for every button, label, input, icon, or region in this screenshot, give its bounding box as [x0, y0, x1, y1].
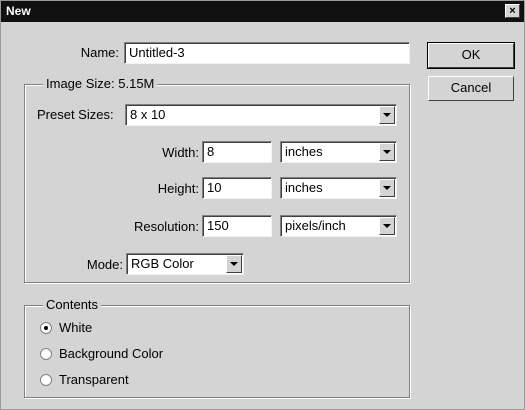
title-bar: New ×: [1, 1, 524, 22]
chevron-down-icon[interactable]: [379, 106, 395, 124]
chevron-down-icon[interactable]: [379, 217, 395, 235]
radio-background-color[interactable]: [40, 348, 52, 360]
height-label: Height:: [157, 181, 199, 196]
mode-value: RGB Color: [131, 256, 194, 271]
resolution-input[interactable]: 150: [202, 215, 272, 237]
radio-white[interactable]: [40, 322, 52, 334]
width-unit-value: inches: [285, 144, 323, 159]
height-unit-value: inches: [285, 180, 323, 195]
radio-white-label[interactable]: White: [59, 320, 92, 335]
width-unit-select[interactable]: inches: [280, 141, 397, 163]
name-input[interactable]: Untitled-3: [124, 42, 410, 64]
chevron-down-icon[interactable]: [226, 255, 242, 273]
radio-transparent-label[interactable]: Transparent: [59, 372, 129, 387]
height-unit-select[interactable]: inches: [280, 177, 397, 199]
preset-sizes-select[interactable]: 8 x 10: [125, 104, 397, 126]
resolution-label: Resolution:: [133, 219, 199, 234]
resolution-unit-select[interactable]: pixels/inch: [280, 215, 397, 237]
mode-select[interactable]: RGB Color: [126, 253, 244, 275]
radio-background-color-label[interactable]: Background Color: [59, 346, 163, 361]
radio-transparent[interactable]: [40, 374, 52, 386]
width-label: Width:: [162, 145, 199, 160]
close-icon[interactable]: ×: [505, 4, 520, 18]
name-label: Name:: [80, 45, 119, 60]
contents-legend: Contents: [43, 297, 102, 312]
chevron-down-icon[interactable]: [379, 179, 395, 197]
cancel-button[interactable]: Cancel: [428, 76, 514, 101]
dialog-title: New: [6, 4, 31, 18]
height-input[interactable]: 10: [202, 177, 272, 199]
new-document-dialog: New × Name: Untitled-3 OK Cancel Image S…: [0, 0, 525, 410]
preset-sizes-value: 8 x 10: [130, 107, 166, 122]
image-size-legend: Image Size: 5.15M: [43, 76, 158, 91]
mode-label: Mode:: [86, 257, 123, 272]
preset-sizes-label: Preset Sizes:: [37, 107, 114, 122]
resolution-unit-value: pixels/inch: [285, 218, 346, 233]
ok-button[interactable]: OK: [427, 42, 515, 69]
width-input[interactable]: 8: [202, 141, 272, 163]
chevron-down-icon[interactable]: [379, 143, 395, 161]
